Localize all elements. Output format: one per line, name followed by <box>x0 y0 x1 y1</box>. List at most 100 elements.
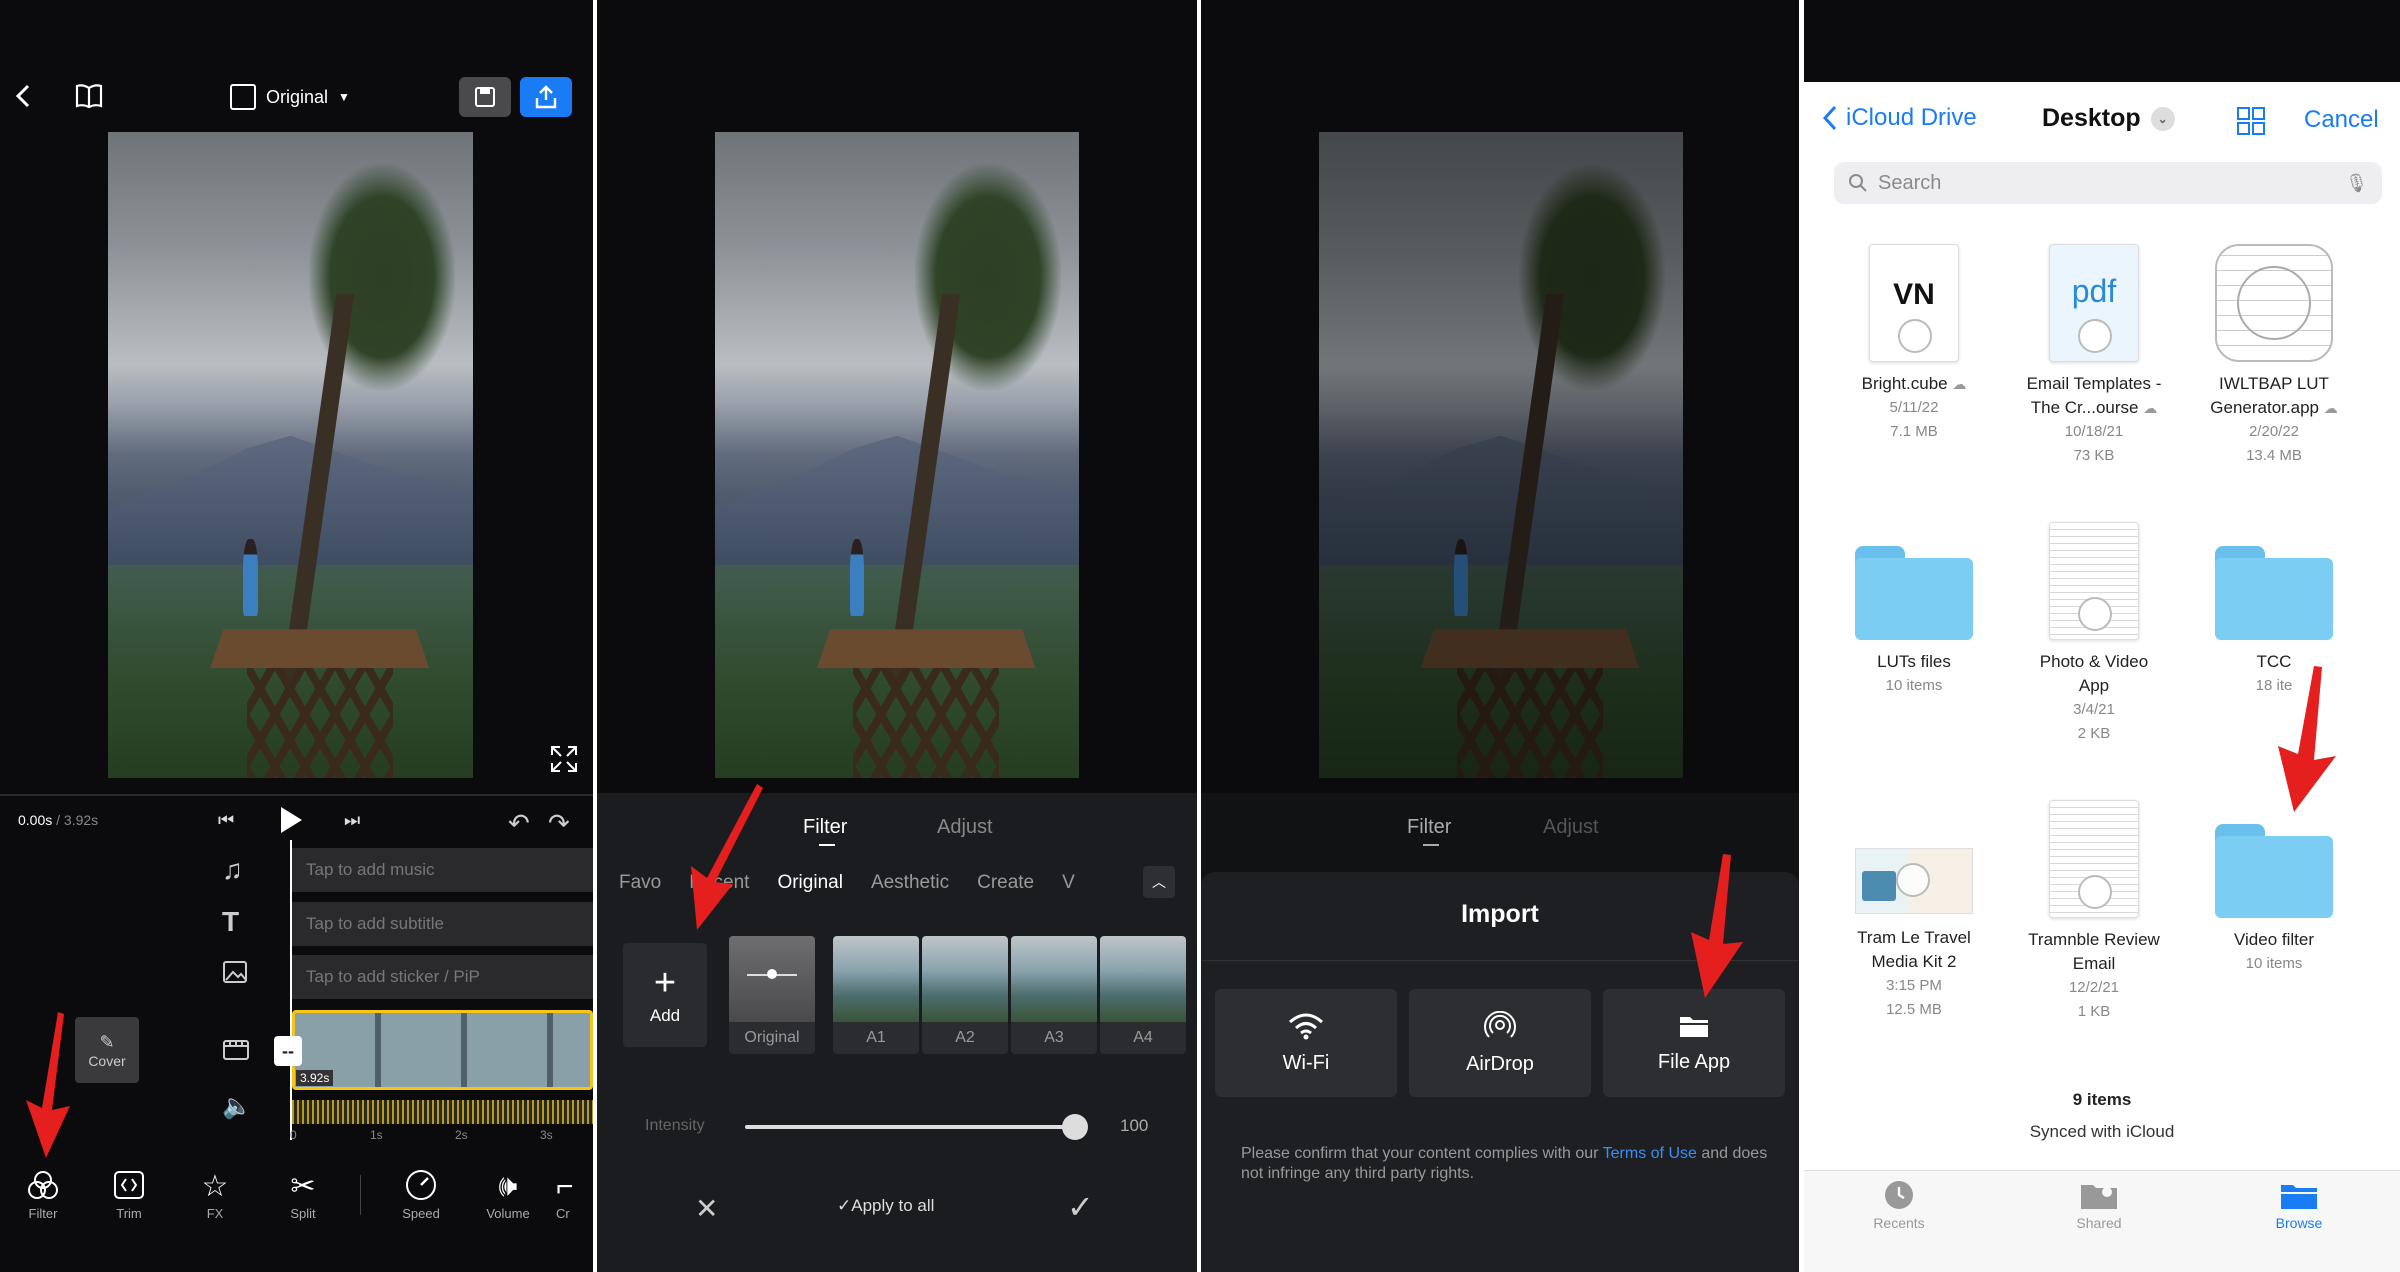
file-name-line2: Generator.app <box>2210 398 2319 417</box>
category-aesthetic[interactable]: Aesthetic <box>871 872 949 902</box>
cloud-download-icon[interactable]: ☁ <box>2143 400 2157 416</box>
image-add-icon[interactable] <box>222 958 252 986</box>
clip-handle[interactable]: -- <box>274 1036 302 1066</box>
cloud-download-icon[interactable]: ☁ <box>1952 376 1966 392</box>
shared-folder-icon <box>2081 1185 2117 1209</box>
category-original[interactable]: Original <box>777 872 842 902</box>
folder-item[interactable]: LUTs files 10 items <box>1824 546 2004 698</box>
apply-all-button[interactable]: ✓Apply to all <box>837 1196 934 1216</box>
filter-thumb-a2[interactable]: A2 <box>922 936 1008 1054</box>
import-panel: Filter Adjust Import Wi-Fi AirDrop File … <box>1201 0 1799 1272</box>
file-item[interactable]: VN Bright.cube ☁ 5/11/22 7.1 MB <box>1824 244 2004 444</box>
tool-trim[interactable]: Trim <box>94 1168 164 1221</box>
subtitle-track[interactable]: Tap to add subtitle <box>292 902 593 946</box>
filter-thumb-a3[interactable]: A3 <box>1011 936 1097 1054</box>
ruler-tick: 0 <box>290 1128 297 1142</box>
book-icon[interactable] <box>74 82 104 110</box>
tab-browse[interactable]: Browse <box>2244 1179 2354 1231</box>
wifi-label: Wi-Fi <box>1282 1051 1330 1074</box>
filter-thumb-a1[interactable]: A1 <box>833 936 919 1054</box>
filter-thumb-a4[interactable]: A4 <box>1100 936 1186 1054</box>
category-more[interactable]: V <box>1062 872 1075 902</box>
back-chevron-icon[interactable] <box>12 80 36 112</box>
text-icon[interactable]: T <box>222 906 239 938</box>
music-track[interactable]: Tap to add music <box>292 848 593 892</box>
file-name-line1: Tram Le Travel <box>1857 928 1971 947</box>
back-button[interactable]: iCloud Drive <box>1822 104 1977 132</box>
folder-title[interactable]: Desktop ⌄ <box>2042 104 2175 133</box>
tab-adjust[interactable]: Adjust <box>937 816 993 839</box>
speaker-icon[interactable]: 🔈 <box>222 1092 252 1121</box>
music-icon[interactable]: ♫ <box>222 854 243 886</box>
wifi-option[interactable]: Wi-Fi <box>1215 989 1397 1097</box>
video-add-icon[interactable] <box>222 1035 254 1065</box>
add-filter-button[interactable]: + Add <box>623 943 707 1047</box>
scissors-icon: ✂ <box>290 1170 316 1203</box>
folder-item[interactable]: Video filter 10 items <box>2184 824 2364 976</box>
save-draft-button[interactable] <box>459 77 511 117</box>
file-name-line1: Photo & Video <box>2039 652 2149 671</box>
collapse-button[interactable]: ︿ <box>1143 866 1175 898</box>
skip-start-icon[interactable]: ⏮ <box>218 810 234 831</box>
file-item[interactable]: Tramnble Review Email 12/2/21 1 KB <box>2004 800 2184 1024</box>
tool-volume[interactable]: 🕪 Volume <box>473 1168 543 1221</box>
red-arrow-icon <box>12 1010 92 1160</box>
file-item[interactable]: Photo & Video App 3/4/21 2 KB <box>2004 522 2184 746</box>
file-app-label: File App <box>1657 1050 1731 1073</box>
intensity-slider[interactable] <box>745 1114 1088 1140</box>
tab-filter[interactable]: Filter <box>803 816 847 839</box>
terms-link[interactable]: Terms of Use <box>1603 1145 1697 1162</box>
grid-view-icon[interactable] <box>2236 106 2266 136</box>
redo-icon[interactable]: ↷ <box>548 808 570 839</box>
video-clip[interactable] <box>292 1010 593 1090</box>
file-item[interactable]: Tram Le Travel Media Kit 2 3:15 PM 12.5 … <box>1824 848 2004 1022</box>
search-field[interactable]: Search 🎙 <box>1834 162 2382 204</box>
file-item[interactable]: IWLTBAP LUT Generator.app ☁ 2/20/22 13.4… <box>2184 244 2364 468</box>
tool-split[interactable]: ✂ Split <box>268 1168 338 1221</box>
file-name-line2: The Cr...ourse <box>2030 398 2139 417</box>
folder-name: Video filter <box>2233 930 2314 949</box>
tool-fx[interactable]: ☆ FX <box>180 1168 250 1221</box>
tab-shared[interactable]: Shared <box>2044 1179 2154 1231</box>
cancel-button[interactable]: Cancel <box>2304 106 2379 134</box>
file-date: 3:15 PM <box>1886 977 1942 994</box>
close-icon[interactable]: ✕ <box>695 1192 718 1225</box>
aspect-selector[interactable]: Original ▼ <box>230 82 350 112</box>
folder-count: 10 items <box>2245 955 2303 972</box>
play-icon[interactable] <box>278 805 304 840</box>
category-favorites[interactable]: Favo <box>619 872 661 902</box>
tool-label: Volume <box>486 1206 530 1221</box>
category-create[interactable]: Create <box>977 872 1034 902</box>
chevron-left-icon <box>1822 105 1837 131</box>
file-app-option[interactable]: File App <box>1603 989 1785 1097</box>
folder-count: 10 items <box>1885 677 1943 694</box>
tab-recents[interactable]: Recents <box>1844 1179 1954 1231</box>
editor-panel: Original ▼ 0.00s / 3.92s ⏮ ⏭ ↶ ↷ ♫ Tap t… <box>0 0 593 1272</box>
skip-end-icon[interactable]: ⏭ <box>344 810 360 831</box>
sticker-track[interactable]: Tap to add sticker / PiP <box>292 955 593 999</box>
file-name-line2: Media Kit 2 <box>1871 952 1957 971</box>
tab-adjust[interactable]: Adjust <box>1543 816 1599 839</box>
cloud-download-icon[interactable]: ☁ <box>2324 400 2338 416</box>
airdrop-option[interactable]: AirDrop <box>1409 989 1591 1097</box>
undo-icon[interactable]: ↶ <box>508 808 530 839</box>
slider-knob[interactable] <box>1062 1114 1088 1140</box>
thumb-label: Original <box>744 1029 800 1046</box>
tool-filter[interactable]: Filter <box>8 1168 78 1221</box>
tool-speed[interactable]: Speed <box>386 1168 456 1221</box>
file-size: 12.5 MB <box>1886 1001 1942 1018</box>
confirm-check-icon[interactable]: ✓ <box>1067 1188 1094 1226</box>
add-label: Add <box>649 1006 681 1025</box>
back-label: iCloud Drive <box>1846 104 1977 131</box>
tool-crop[interactable]: ⌐ Cr <box>556 1168 593 1221</box>
microphone-icon[interactable]: 🎙 <box>2345 173 2368 194</box>
file-item[interactable]: pdf Email Templates - The Cr...ourse ☁ 1… <box>2004 244 2184 468</box>
thumb-label: A4 <box>1133 1029 1153 1046</box>
filter-thumb-original[interactable]: Original <box>729 936 815 1054</box>
export-button[interactable] <box>520 77 572 117</box>
slider-fill <box>745 1125 1075 1129</box>
wifi-icon <box>1289 1013 1323 1039</box>
document-icon <box>2049 800 2139 918</box>
fullscreen-icon[interactable] <box>550 745 578 773</box>
tab-filter[interactable]: Filter <box>1407 816 1451 839</box>
